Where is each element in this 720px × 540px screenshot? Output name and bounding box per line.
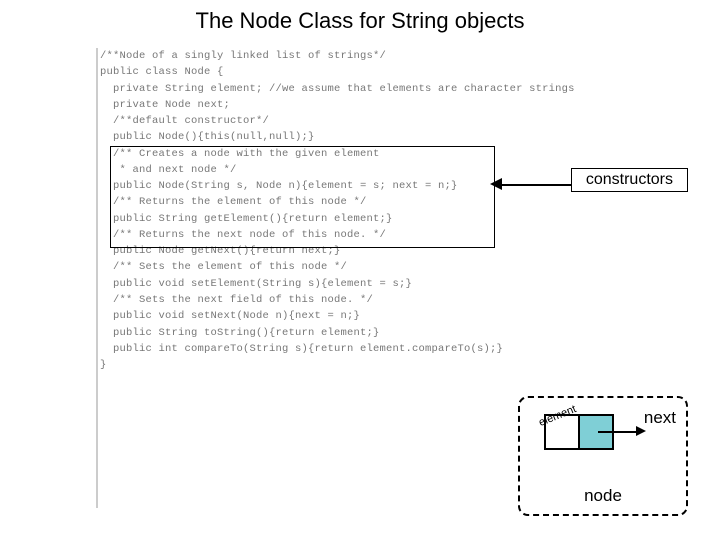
code-line: * and next node */ — [100, 162, 520, 178]
code-line: /** Sets the element of this node */ — [100, 259, 520, 275]
next-label: next — [644, 408, 676, 428]
code-line: } — [100, 357, 520, 373]
code-line: /** Returns the next node of this node. … — [100, 227, 520, 243]
code-line: /** Returns the element of this node */ — [100, 194, 520, 210]
code-line: /**Node of a singly linked list of strin… — [100, 48, 520, 64]
node-diagram: element next node — [518, 396, 688, 516]
constructors-arrow-line — [496, 184, 581, 186]
code-line: private String element; //we assume that… — [100, 81, 520, 97]
code-line: public String getElement(){return elemen… — [100, 211, 520, 227]
code-left-border — [96, 48, 98, 508]
next-arrow-line — [598, 431, 638, 433]
code-line: public void setNext(Node n){next = n;} — [100, 308, 520, 324]
code-line: public Node getNext(){return next;} — [100, 243, 520, 259]
code-line: public Node(String s, Node n){element = … — [100, 178, 520, 194]
code-line: /** Sets the next field of this node. */ — [100, 292, 520, 308]
constructors-label: constructors — [571, 168, 688, 192]
page-title: The Node Class for String objects — [0, 8, 720, 34]
code-line: private Node next; — [100, 97, 520, 113]
code-line: public String toString(){return element;… — [100, 325, 520, 341]
code-line: public void setElement(String s){element… — [100, 276, 520, 292]
code-block: /**Node of a singly linked list of strin… — [100, 48, 520, 373]
code-line: public Node(){this(null,null);} — [100, 129, 520, 145]
code-line: public class Node { — [100, 64, 520, 80]
code-line: public int compareTo(String s){return el… — [100, 341, 520, 357]
constructors-arrow-head — [490, 178, 502, 190]
code-line: /** Creates a node with the given elemen… — [100, 146, 520, 162]
code-line: /**default constructor*/ — [100, 113, 520, 129]
node-label: node — [520, 486, 686, 506]
